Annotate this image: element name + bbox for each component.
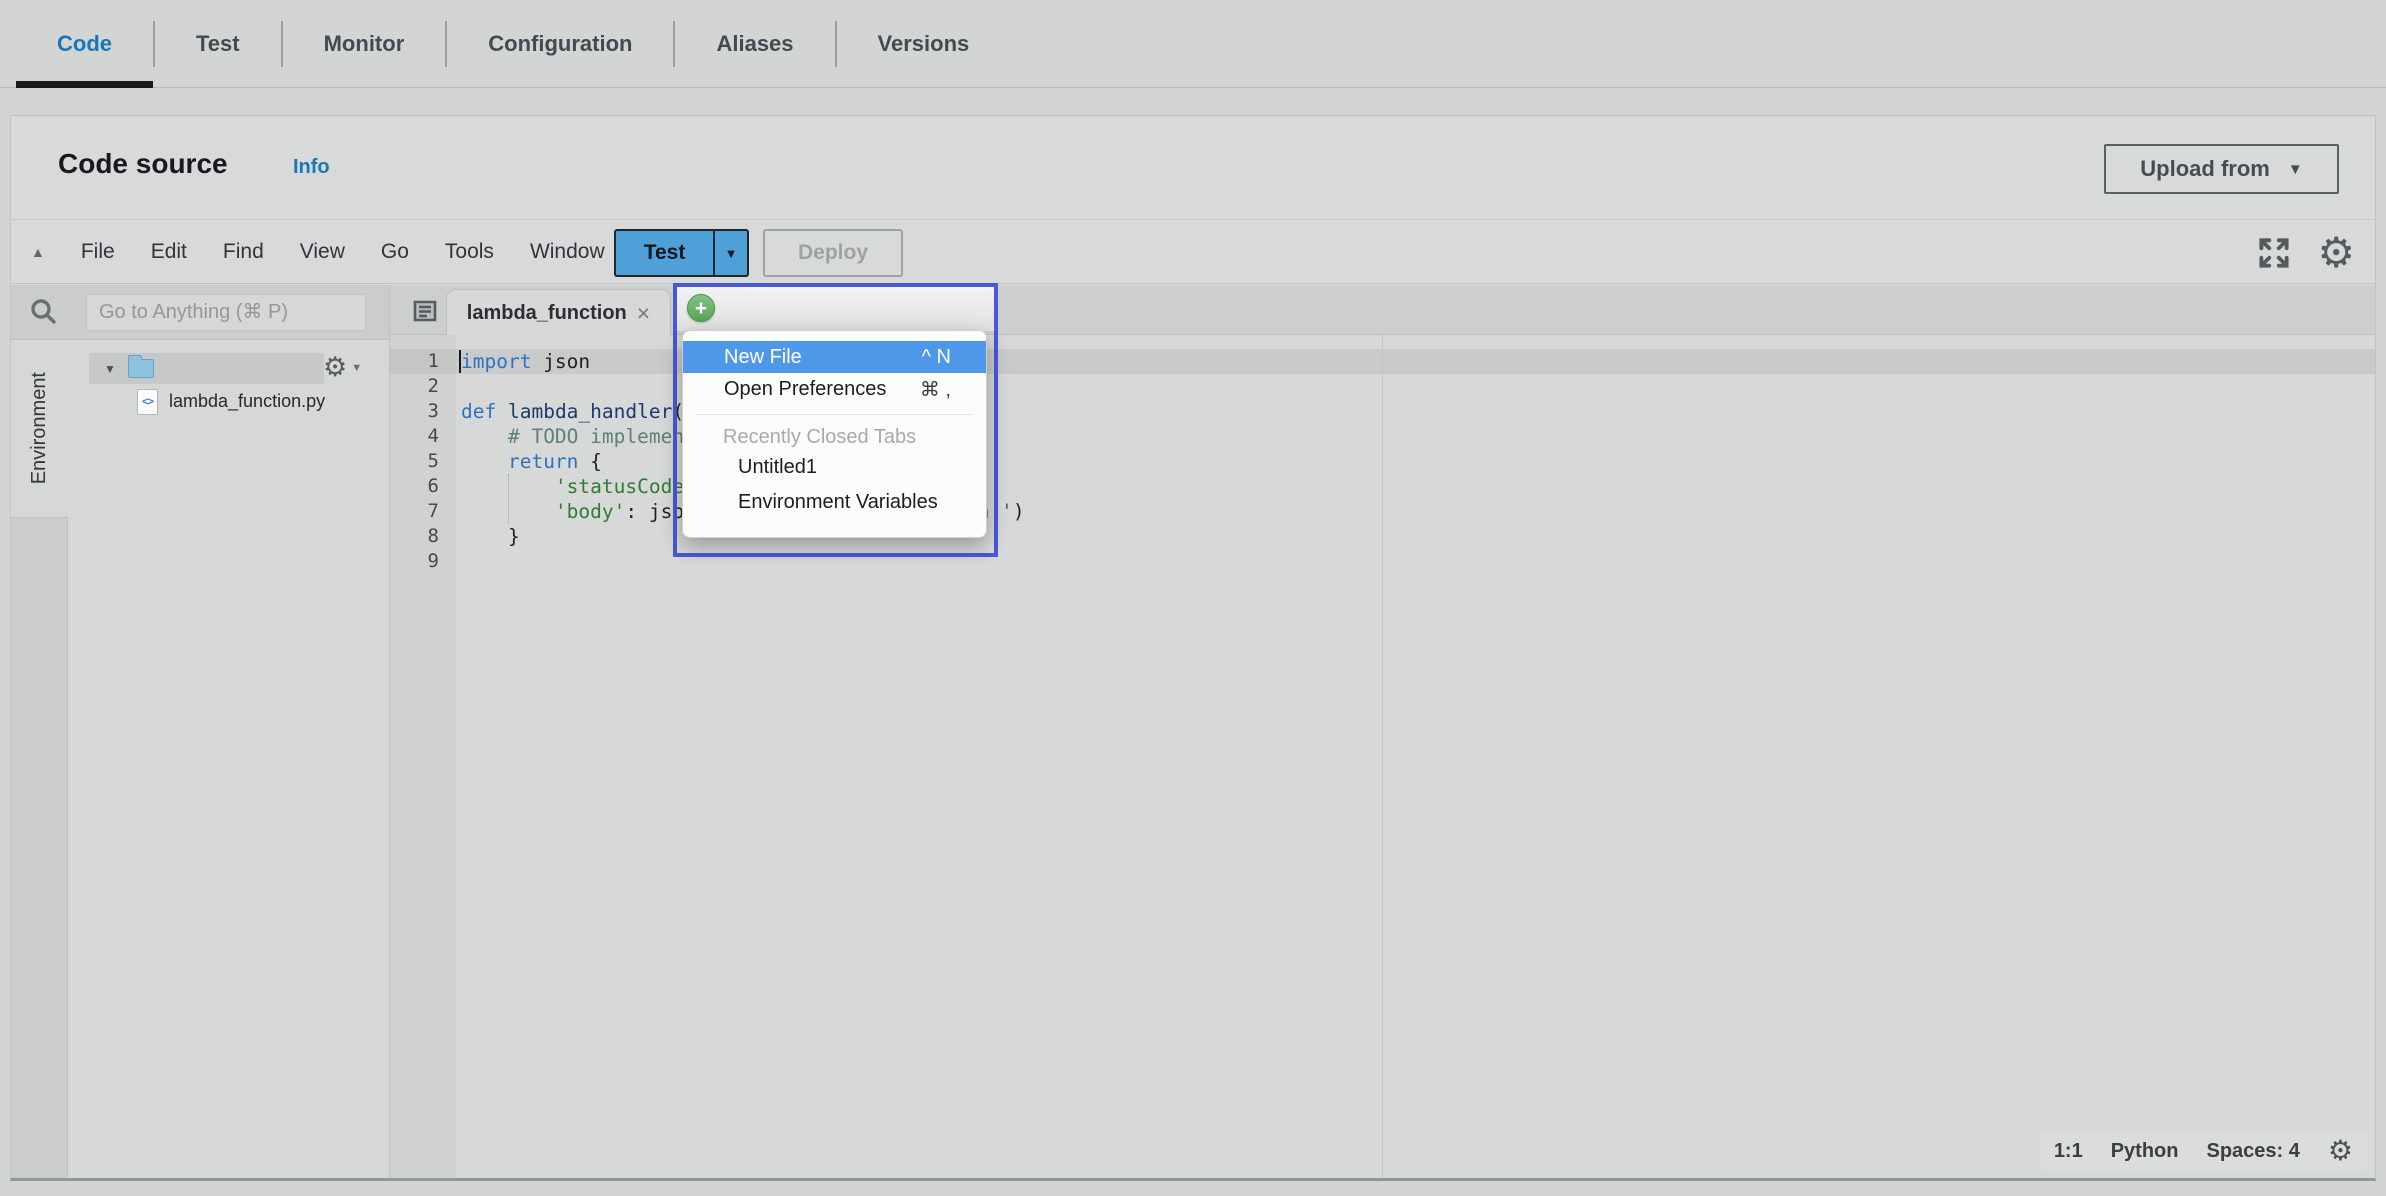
shortcut-label: ^ N [922,346,951,369]
line-number: 9 [390,549,456,574]
menu-item-label: New File [724,346,802,369]
search-icon [27,296,59,328]
line-number: 4 [390,424,456,449]
tree-settings-button[interactable]: ⚙ ▼ [323,354,362,381]
shortcut-label: ⌘ , [920,377,951,402]
code-line-text: return { [456,449,602,474]
go-to-anything-input[interactable] [86,294,366,331]
test-split-button: Test ▼ [614,229,749,277]
info-link[interactable]: Info [293,156,330,179]
code-line-text: } [456,524,520,549]
language-mode[interactable]: Python [2111,1140,2179,1163]
menu-window[interactable]: Window [530,240,605,264]
dropdown-tab-strip [677,287,994,331]
test-button[interactable]: Test [614,229,713,277]
line-number: 7 [390,499,456,524]
text-cursor [459,350,461,373]
code-line-text: # TODO implement [456,424,696,449]
tab-aliases[interactable]: Aliases [675,0,834,87]
status-gear-icon[interactable]: ⚙ [2328,1137,2353,1165]
tree-row-folder[interactable]: ▼ dagster_pipes_funct ⚙ ▼ [68,352,389,385]
code-source-panel: Code source Info Upload from ▼ ▲ File Ed… [10,115,2376,1181]
tab-list-icon[interactable] [412,299,438,323]
tab-lambda-function[interactable]: lambda_function × [446,289,671,336]
tab-versions[interactable]: Versions [837,0,1011,87]
tree-row-file[interactable]: <> lambda_function.py [68,385,389,418]
menu-item-label: Open Preferences [724,378,886,401]
tab-code[interactable]: Code [16,0,153,87]
tab-test[interactable]: Test [155,0,281,87]
upload-from-label: Upload from [2140,156,2270,182]
close-icon[interactable]: × [637,302,650,325]
code-line-text: import json [456,349,590,374]
menu-item-open-preferences[interactable]: Open Preferences ⌘ , [683,373,986,405]
menu-item-untitled1[interactable]: Untitled1 [683,450,986,485]
code-line-text [456,374,461,399]
line-number: 6 [390,474,456,499]
folder-caret-icon[interactable]: ▼ [104,362,116,376]
tab-configuration[interactable]: Configuration [447,0,673,87]
menu-go[interactable]: Go [381,240,409,264]
menu-divider [696,414,973,415]
status-bar: 1:1 Python Spaces: 4 ⚙ [2040,1132,2367,1170]
plus-icon[interactable]: + [687,294,715,322]
cursor-position: 1:1 [2054,1140,2083,1163]
tab-label: lambda_function [467,302,627,325]
folder-icon [128,359,154,378]
menu-file[interactable]: File [81,240,115,264]
python-file-icon: <> [137,389,158,415]
left-icon-strip: Environment [11,340,68,1178]
menu-view[interactable]: View [300,240,345,264]
menu-find[interactable]: Find [223,240,264,264]
test-dropdown-button[interactable]: ▼ [713,229,749,277]
page-title: Code source [58,148,228,180]
menu-item-new-file[interactable]: New File ^ N [683,341,986,373]
panel-header: Code source Info Upload from ▼ [11,116,2375,219]
search-row [11,285,390,340]
line-number: 8 [390,524,456,549]
line-number: 3 [390,399,456,424]
new-tab-menu-container: + New File ^ N Open Preferences ⌘ , Rece… [673,283,998,557]
sidebar-item-environment[interactable]: Environment [11,340,68,518]
menu-item-environment-variables[interactable]: Environment Variables [683,485,986,520]
deploy-button[interactable]: Deploy [763,229,903,277]
menu-section-header: Recently Closed Tabs [683,424,986,450]
fullscreen-icon[interactable] [2255,234,2293,272]
collapse-toolbar-icon[interactable]: ▲ [31,244,45,260]
menu-tools[interactable]: Tools [445,240,494,264]
context-menu: New File ^ N Open Preferences ⌘ , Recent… [682,330,987,538]
line-number: 1 [390,349,456,374]
chevron-down-icon: ▼ [2288,161,2303,178]
file-name[interactable]: lambda_function.py [169,391,325,412]
line-number: 5 [390,449,456,474]
chevron-down-icon: ▼ [725,246,738,261]
chevron-down-icon: ▼ [351,362,362,374]
editor-toolbar: ▲ File Edit Find View Go Tools Window Te… [11,219,2375,284]
editor-content-area: Environment ▼ dagster_pipes_funct ⚙ ▼ <>… [11,285,2375,1178]
menu-edit[interactable]: Edit [151,240,187,264]
top-navigation: Code Test Monitor Configuration Aliases … [0,0,2386,88]
spaces-setting[interactable]: Spaces: 4 [2207,1140,2300,1163]
settings-gear-icon[interactable]: ⚙ [2317,232,2355,274]
toolbar-right-icons: ⚙ [2255,220,2355,285]
code-line-text [456,549,461,574]
environment-label: Environment [28,372,51,484]
selection-highlight [89,353,324,384]
indent-guide [508,474,509,524]
tab-monitor[interactable]: Monitor [283,0,446,87]
file-tree: ▼ dagster_pipes_funct ⚙ ▼ <> lambda_func… [68,340,390,1178]
gear-icon: ⚙ [323,354,347,381]
line-number: 2 [390,374,456,399]
upload-from-button[interactable]: Upload from ▼ [2104,144,2339,194]
